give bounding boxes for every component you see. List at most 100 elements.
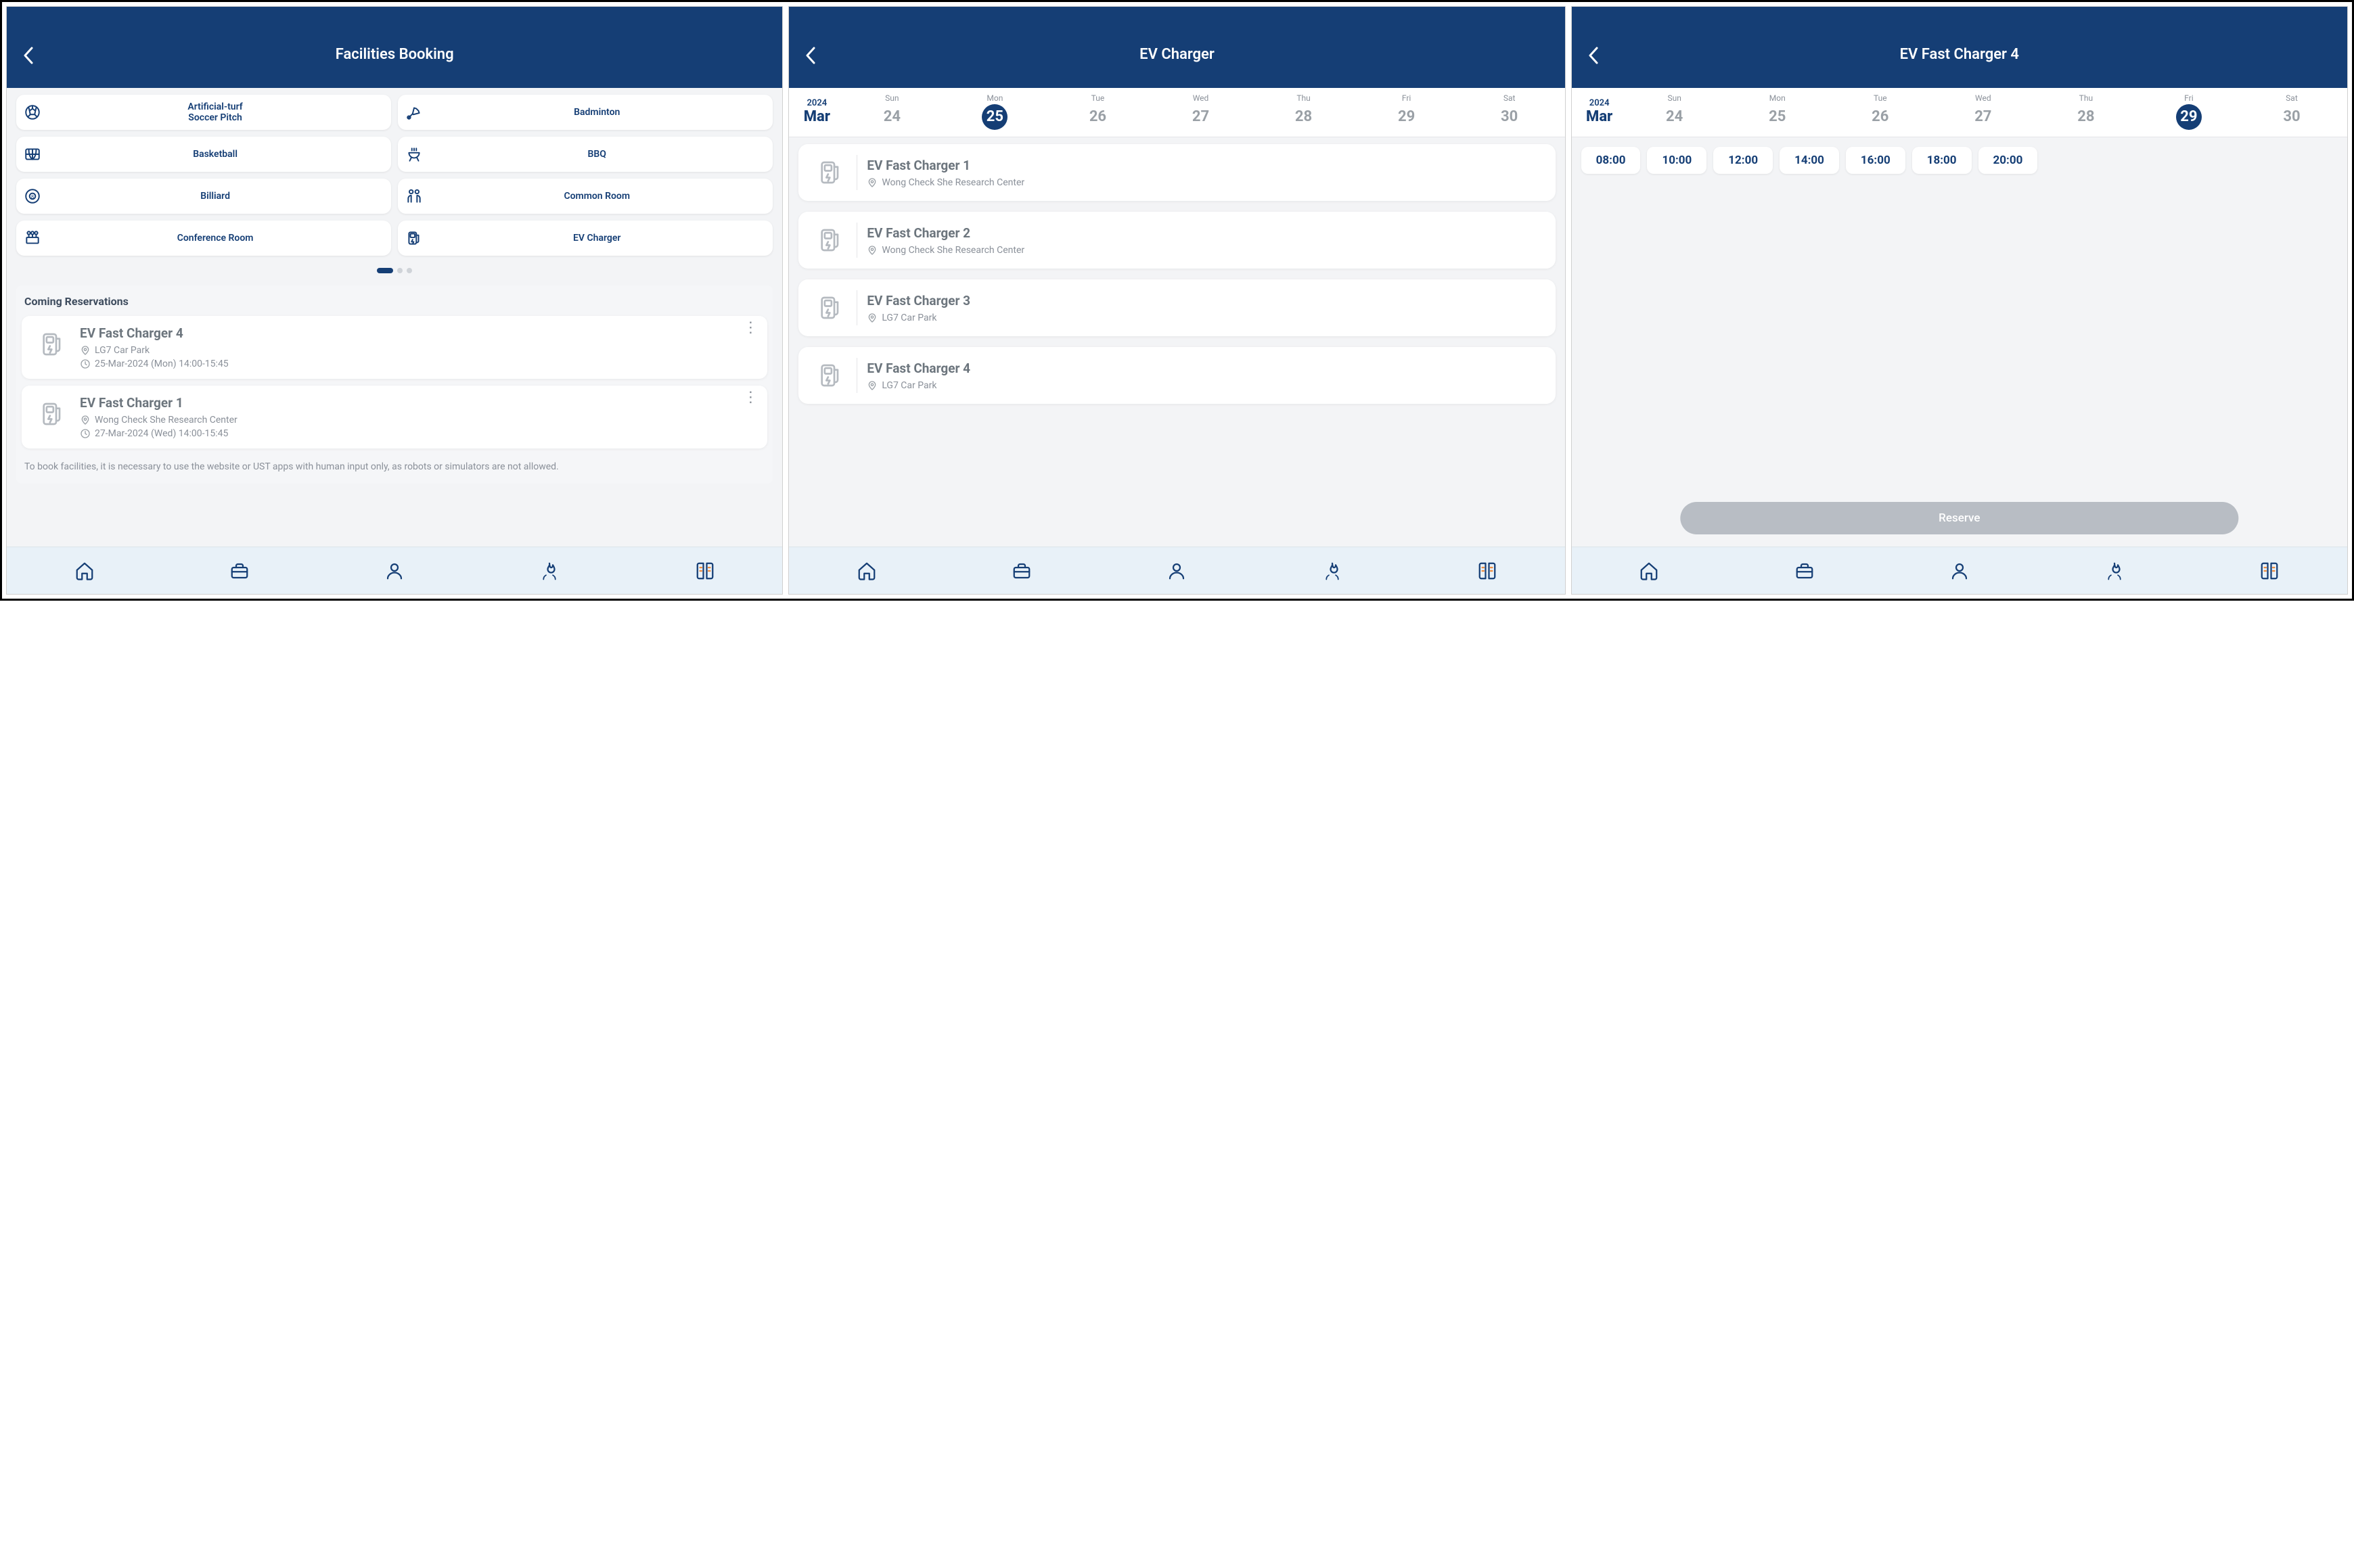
date-strip: 2024 Mar Sun 24Mon 25Tue 26Wed 27Thu 28F…	[789, 88, 1564, 137]
facility-badminton[interactable]: Badminton	[398, 95, 773, 130]
date-day[interactable]: Mon 25	[1726, 93, 1829, 130]
dow-label: Fri	[1355, 93, 1458, 103]
reservation-card[interactable]: EV Fast Charger 4 LG7 Car Park 25-Mar-20…	[22, 316, 767, 379]
back-button[interactable]	[23, 47, 34, 64]
timeslot-button[interactable]: 10:00	[1647, 147, 1706, 174]
facility-conference[interactable]: Conference Room	[16, 221, 391, 256]
facility-label: Billiard	[46, 191, 384, 202]
bottom-nav	[789, 547, 1564, 594]
briefcase-icon	[1794, 561, 1815, 581]
charger-name: EV Fast Charger 3	[867, 293, 970, 308]
facility-label: Basketball	[46, 149, 384, 160]
year-label: 2024	[1576, 98, 1623, 108]
dow-label: Mon	[943, 93, 1046, 103]
facility-evcharger[interactable]: EV Charger	[398, 221, 773, 256]
reservation-card[interactable]: EV Fast Charger 1 Wong Check She Researc…	[22, 386, 767, 448]
home-icon	[1639, 561, 1659, 581]
back-button[interactable]	[805, 47, 816, 64]
nav-book[interactable]	[2257, 558, 2282, 584]
nav-home[interactable]	[854, 558, 880, 584]
date-day[interactable]: Thu 28	[2035, 93, 2137, 130]
more-menu-button[interactable]: ⋮	[743, 325, 758, 331]
facility-bbq[interactable]: BBQ	[398, 137, 773, 172]
nav-briefcase[interactable]	[1792, 558, 1817, 584]
date-day[interactable]: Sat 30	[1458, 93, 1561, 130]
timeslot-button[interactable]: 12:00	[1713, 147, 1773, 174]
nav-flame[interactable]	[537, 558, 562, 584]
content: EV Fast Charger 1 Wong Check She Researc…	[789, 137, 1564, 547]
timeslot-button[interactable]: 16:00	[1846, 147, 1905, 174]
bottom-nav	[1572, 547, 2347, 594]
nav-home[interactable]	[1636, 558, 1662, 584]
pager-dot[interactable]	[377, 268, 393, 273]
charger-card[interactable]: EV Fast Charger 2 Wong Check She Researc…	[798, 212, 1555, 269]
nav-home[interactable]	[72, 558, 97, 584]
nav-flame[interactable]	[1319, 558, 1345, 584]
facilities-grid: Artificial-turfSoccer Pitch Badminton Ba…	[16, 95, 773, 256]
date-days: Sun 24Mon 25Tue 26Wed 27Thu 28Fri 29Sat …	[840, 93, 1560, 130]
dow-label: Sat	[1458, 93, 1561, 103]
facility-billiard[interactable]: 8 Billiard	[16, 179, 391, 214]
reservation-time: 25-Mar-2024 (Mon) 14:00-15:45	[80, 359, 758, 369]
nav-profile[interactable]	[1164, 558, 1190, 584]
nav-flame[interactable]	[2102, 558, 2127, 584]
more-menu-button[interactable]: ⋮	[743, 395, 758, 401]
day-number: 30	[2279, 104, 2305, 130]
pager-dot[interactable]	[407, 268, 412, 273]
date-day[interactable]: Tue 26	[1829, 93, 1932, 130]
date-day[interactable]: Thu 28	[1252, 93, 1355, 130]
back-button[interactable]	[1588, 47, 1599, 64]
reserve-button[interactable]: Reserve	[1680, 502, 2238, 534]
timeslot-button[interactable]: 18:00	[1912, 147, 1972, 174]
nav-briefcase[interactable]	[1009, 558, 1035, 584]
facility-basketball[interactable]: Basketball	[16, 137, 391, 172]
charger-card[interactable]: EV Fast Charger 4 LG7 Car Park	[798, 347, 1555, 404]
coming-title: Coming Reservations	[22, 295, 767, 308]
date-day[interactable]: Fri 29	[1355, 93, 1458, 130]
date-day[interactable]: Tue 26	[1046, 93, 1149, 130]
date-day[interactable]: Wed 27	[1932, 93, 2035, 130]
facility-label: EV Charger	[428, 233, 766, 244]
charger-card[interactable]: EV Fast Charger 1 Wong Check She Researc…	[798, 144, 1555, 201]
nav-profile[interactable]	[382, 558, 407, 584]
date-day[interactable]: Fri 29	[2137, 93, 2240, 130]
charger-name: EV Fast Charger 2	[867, 225, 1024, 241]
month-column: 2024 Mar	[793, 98, 840, 125]
date-day[interactable]: Wed 27	[1149, 93, 1252, 130]
date-day[interactable]: Sun 24	[840, 93, 943, 130]
charger-card[interactable]: EV Fast Charger 3 LG7 Car Park	[798, 279, 1555, 336]
reservation-time: 27-Mar-2024 (Wed) 14:00-15:45	[80, 428, 758, 439]
date-day[interactable]: Sun 24	[1623, 93, 1726, 130]
charger-location: Wong Check She Research Center	[867, 245, 1024, 256]
content: 08:0010:00 12:00 14:00 16:00 18:0020:00	[1572, 137, 2347, 547]
nav-profile[interactable]	[1947, 558, 1972, 584]
day-number: 29	[1394, 104, 1420, 130]
timeslot-button[interactable]: 08:00	[1581, 147, 1641, 174]
nav-briefcase[interactable]	[227, 558, 252, 584]
screen-facilities-booking: Facilities Booking Artificial-turfSoccer…	[6, 6, 783, 595]
header: Facilities Booking	[7, 7, 782, 88]
profile-icon	[1949, 561, 1970, 581]
date-day[interactable]: Sat 30	[2240, 93, 2343, 130]
timeslot-button[interactable]: 20:00	[1978, 147, 2038, 174]
flame-icon	[539, 561, 560, 581]
month-label: Mar	[793, 108, 840, 125]
svg-text:8: 8	[31, 193, 34, 200]
facility-soccer[interactable]: Artificial-turfSoccer Pitch	[16, 95, 391, 130]
reservation-name: EV Fast Charger 4	[80, 325, 758, 341]
header: EV Charger	[789, 7, 1564, 88]
timeslot-button[interactable]: 14:00	[1780, 147, 1839, 174]
nav-book[interactable]	[1474, 558, 1500, 584]
charger-location: LG7 Car Park	[867, 380, 970, 391]
date-day[interactable]: Mon 25	[943, 93, 1046, 130]
day-number: 28	[1291, 104, 1317, 130]
day-number: 27	[1970, 104, 1996, 130]
bottom-nav	[7, 547, 782, 594]
facility-commonroom[interactable]: Common Room	[398, 179, 773, 214]
pager-dot[interactable]	[397, 268, 403, 273]
briefcase-icon	[229, 561, 250, 581]
dow-label: Sat	[2240, 93, 2343, 103]
dow-label: Sun	[840, 93, 943, 103]
day-number: 25	[1765, 104, 1790, 130]
nav-book[interactable]	[692, 558, 718, 584]
